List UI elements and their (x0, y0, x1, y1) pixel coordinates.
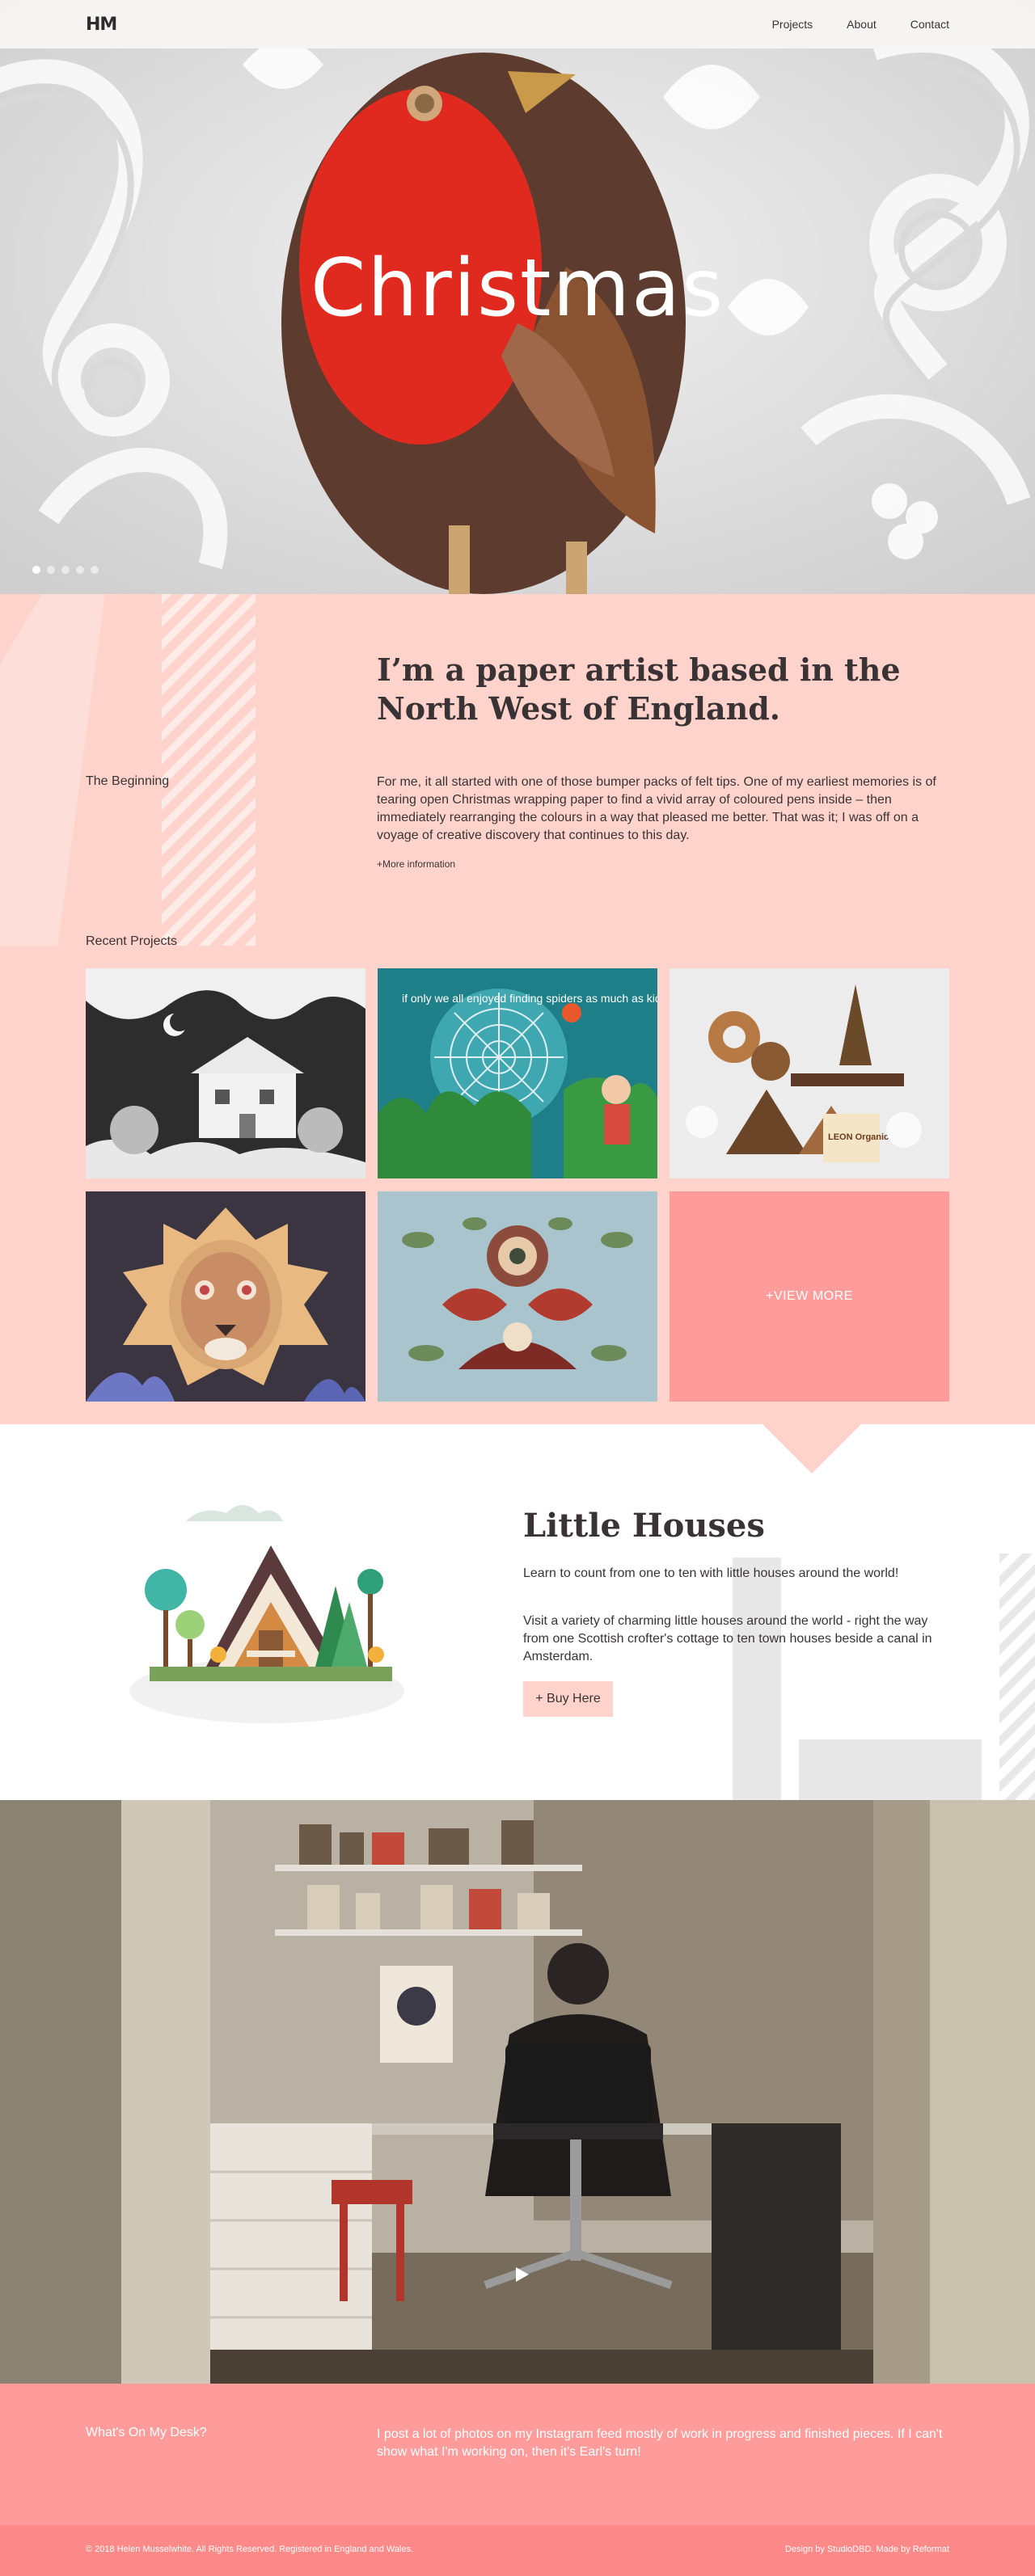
slider-dot-3[interactable] (61, 566, 70, 574)
site-header: HM Projects About Contact (0, 0, 1035, 48)
studiodbd-link[interactable]: StudioDBD (827, 2544, 871, 2554)
buy-here-button[interactable]: + Buy Here (523, 1681, 613, 1717)
decorative-block (733, 1558, 781, 1800)
project-tile-spiders[interactable]: if only we all enjoyed finding spiders a… (378, 968, 657, 1178)
more-information-link[interactable]: +More information (377, 858, 455, 870)
project-tile-folk[interactable] (378, 1191, 657, 1402)
view-more-label: +VIEW MORE (766, 1289, 853, 1303)
studio-video-frame (0, 1800, 1035, 2384)
copyright-text: © 2018 Helen Musselwhite. All Rights Res… (86, 2544, 414, 2554)
beginning-label: The Beginning (86, 774, 170, 788)
decorative-block (799, 1739, 982, 1800)
project-tile-coffee[interactable]: LEON Organic Coffee (670, 968, 949, 1178)
footer-credits: Design by StudioDBD. Made by Reformat (785, 2544, 949, 2554)
lion-image (86, 1191, 365, 1402)
nav-about[interactable]: About (847, 18, 877, 31)
little-houses-section: Little Houses Learn to count from one to… (0, 1424, 1035, 1800)
recent-projects-label: Recent Projects (86, 934, 177, 948)
hero-slider: Christmas (0, 0, 1035, 594)
hero-title: Christmas (310, 242, 725, 335)
intro-heading: I’m a paper artist based in the North We… (377, 651, 901, 727)
coffee-image: LEON Organic Coffee (670, 968, 949, 1178)
slider-dots (32, 566, 99, 574)
site-logo[interactable]: HM (86, 15, 117, 35)
desk-section: What's On My Desk? I post a lot of photo… (0, 2384, 1035, 2525)
decorative-stripes (162, 594, 256, 946)
spider-web-image: if only we all enjoyed finding spiders a… (378, 968, 657, 1178)
little-houses-book-image (129, 1505, 404, 1723)
desk-text: I post a lot of photos on my Instagram f… (377, 2427, 943, 2459)
decorative-stripes (999, 1554, 1035, 1800)
intro-body: For me, it all started with one of those… (377, 775, 936, 842)
little-houses-description: Visit a variety of charming little house… (523, 1614, 932, 1663)
project-tile-lion[interactable] (86, 1191, 365, 1402)
main-nav: Projects About Contact (772, 18, 949, 31)
design-prefix: Design by (784, 2544, 827, 2554)
reformat-link[interactable]: Reformat (913, 2544, 949, 2554)
tile-spiders-text: if only we all enjoyed finding spiders a… (402, 992, 657, 1005)
play-button[interactable] (509, 2262, 534, 2287)
slider-dot-4[interactable] (76, 566, 84, 574)
night-house-image (86, 968, 365, 1178)
little-houses-title: Little Houses (523, 1507, 765, 1545)
play-icon (516, 2267, 529, 2282)
site-footer: © 2018 Helen Musselwhite. All Rights Res… (0, 2525, 1035, 2576)
nav-projects[interactable]: Projects (772, 18, 813, 31)
project-tile-night-house[interactable] (86, 968, 365, 1178)
desk-label: What's On My Desk? (86, 2426, 207, 2439)
slider-dot-2[interactable] (47, 566, 55, 574)
slider-dot-5[interactable] (91, 566, 99, 574)
section-notch (763, 1424, 861, 1474)
nav-contact[interactable]: Contact (910, 18, 949, 31)
studio-video[interactable] (0, 1800, 1035, 2384)
recent-projects-grid: if only we all enjoyed finding spiders a… (86, 968, 949, 1402)
intro-section: I’m a paper artist based in the North We… (0, 594, 1035, 1424)
folk-pattern-image (378, 1191, 657, 1402)
made-prefix: . Made by (871, 2544, 913, 2554)
slider-dot-1[interactable] (32, 566, 40, 574)
decorative-shape (0, 594, 105, 946)
little-houses-intro: Learn to count from one to ten with litt… (523, 1566, 899, 1580)
view-more-tile[interactable]: +VIEW MORE (670, 1191, 949, 1402)
